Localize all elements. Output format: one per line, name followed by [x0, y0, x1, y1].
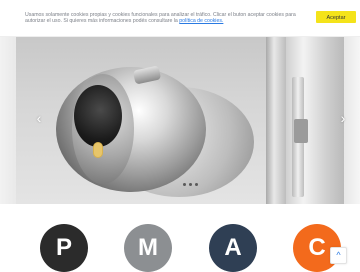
- chevron-up-icon: ^: [336, 250, 341, 260]
- chevron-left-icon[interactable]: ‹: [32, 111, 46, 125]
- slider-dot[interactable]: [189, 183, 192, 186]
- keyhole: [94, 143, 102, 157]
- category-p-button[interactable]: P: [40, 224, 88, 272]
- category-m-button[interactable]: M: [124, 224, 172, 272]
- cookie-text: Usamos solamente cookies propias y cooki…: [25, 12, 296, 25]
- slide-image: [16, 37, 344, 204]
- chevron-right-icon[interactable]: ›: [336, 111, 350, 125]
- cookie-banner: Usamos solamente cookies propias y cooki…: [0, 0, 360, 37]
- cookie-policy-link[interactable]: política de cookies.: [179, 18, 223, 24]
- slider-dot[interactable]: [183, 183, 186, 186]
- cookie-message: Usamos solamente cookies propias y cooki…: [25, 12, 310, 24]
- door-latch: [294, 119, 308, 143]
- category-circles: P M A C: [0, 224, 360, 272]
- category-a-button[interactable]: A: [209, 224, 257, 272]
- scroll-top-button[interactable]: ^: [330, 247, 347, 264]
- accept-cookies-button[interactable]: Aceptar: [316, 11, 356, 23]
- door-edge: [266, 37, 286, 204]
- slider-dots: [183, 183, 198, 191]
- slider-dot[interactable]: [195, 183, 198, 186]
- slider-left-edge: [0, 37, 16, 204]
- knob-cap: [74, 85, 122, 147]
- hero-slider[interactable]: ‹ ›: [0, 37, 360, 204]
